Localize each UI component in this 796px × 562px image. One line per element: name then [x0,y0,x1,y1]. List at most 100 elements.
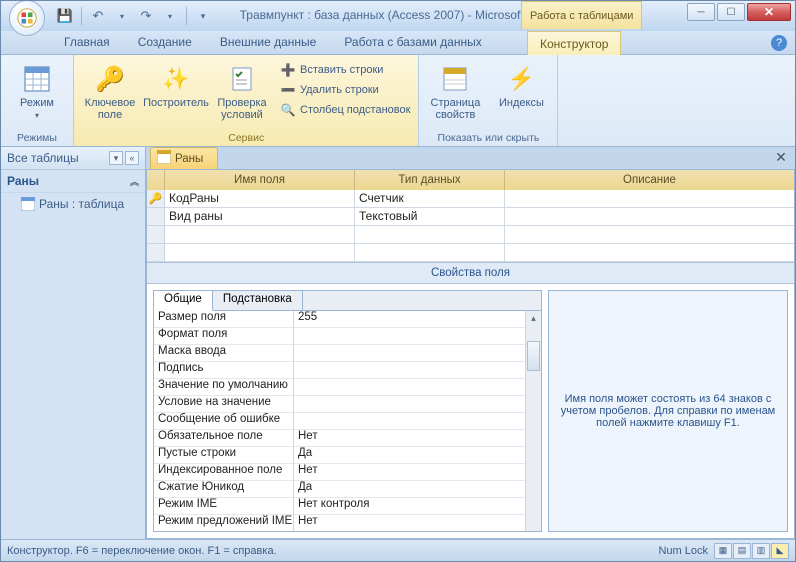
nav-dropdown-icon[interactable]: ▾ [109,151,123,165]
description-cell[interactable] [505,208,794,226]
ribbon-tabs: Главная Создание Внешние данные Работа с… [1,31,795,55]
col-field-name[interactable]: Имя поля [165,170,355,190]
property-row[interactable]: Условие на значение [154,396,525,413]
builder-button[interactable]: ✨ Построитель [146,61,206,111]
row-selector[interactable]: 🔑 [147,190,165,208]
nav-item-table[interactable]: Раны : таблица [1,193,145,215]
property-row[interactable]: Подпись [154,362,525,379]
property-value[interactable] [294,362,525,379]
qat-customize-icon[interactable]: ▾ [193,6,213,26]
property-value[interactable] [294,396,525,413]
property-sheet-button[interactable]: Страница свойств [425,61,485,123]
view-label: Режим [20,97,54,109]
property-value[interactable]: Нет [294,515,525,531]
context-tab-group: Работа с таблицами [521,1,642,29]
property-row[interactable]: Сжатие ЮникодДа [154,481,525,498]
property-value[interactable]: Нет [294,464,525,481]
field-row[interactable]: 🔑 КодРаны Счетчик [147,190,794,208]
property-value[interactable] [294,413,525,430]
datasheet-view-shortcut[interactable]: ▦ [714,543,732,559]
titlebar: 💾 ↶ ▾ ↷ ▾ ▾ Травмпункт : база данных (Ac… [1,1,795,31]
data-type-cell[interactable]: Текстовый [355,208,505,226]
property-row[interactable]: Размер поля255 [154,311,525,328]
delete-rows-button[interactable]: ➖Удалить строки [278,81,412,99]
property-value[interactable]: Нет контроля [294,498,525,515]
maximize-button[interactable]: ☐ [717,3,745,21]
undo-dropdown-icon[interactable]: ▾ [112,6,132,26]
view-button[interactable]: Режим ▾ [7,61,67,122]
row-selector[interactable] [147,244,165,262]
ribbon-group-service: 🔑 Ключевое поле ✨ Построитель Проверка у… [74,55,419,146]
field-row-empty[interactable] [147,226,794,244]
indexes-button[interactable]: ⚡ Индексы [491,61,551,111]
lookup-column-button[interactable]: 🔍Столбец подстановок [278,101,412,119]
status-text: Конструктор. F6 = переключение окон. F1 … [7,545,277,557]
tab-home[interactable]: Главная [51,30,123,54]
tab-design[interactable]: Конструктор [527,31,621,55]
scroll-up-icon[interactable]: ▴ [526,311,541,325]
row-selector[interactable] [147,208,165,226]
property-row[interactable]: Формат поля [154,328,525,345]
tab-database-tools[interactable]: Работа с базами данных [331,30,494,54]
field-name-cell[interactable]: КодРаны [165,190,355,208]
scroll-thumb[interactable] [527,341,540,371]
tab-lookup[interactable]: Подстановка [213,291,303,310]
property-value[interactable] [294,328,525,345]
redo-dropdown-icon[interactable]: ▾ [160,6,180,26]
property-value[interactable]: 255 [294,311,525,328]
field-row-empty[interactable] [147,244,794,262]
col-data-type[interactable]: Тип данных [355,170,505,190]
nav-header[interactable]: Все таблицы ▾ « [1,147,145,170]
property-row[interactable]: Маска ввода [154,345,525,362]
property-row[interactable]: Пустые строкиДа [154,447,525,464]
tab-general[interactable]: Общие [154,291,213,311]
undo-icon[interactable]: ↶ [88,6,108,26]
pivot-table-shortcut[interactable]: ▤ [733,543,751,559]
field-name-cell[interactable]: Вид раны [165,208,355,226]
window-controls: ─ ☐ ✕ [687,3,791,21]
nav-collapse-icon[interactable]: « [125,151,139,165]
property-row[interactable]: Обязательное полеНет [154,430,525,447]
close-tab-icon[interactable]: ✕ [773,149,789,165]
collapse-group-icon: ︽ [130,175,139,188]
property-value[interactable]: Да [294,481,525,498]
property-value[interactable]: Нет [294,430,525,447]
property-row[interactable]: Значение по умолчанию [154,379,525,396]
nav-group-header[interactable]: Раны ︽ [1,170,145,193]
property-row[interactable]: Индексированное полеНет [154,464,525,481]
design-view-shortcut[interactable]: ◣ [771,543,789,559]
data-type-cell[interactable]: Счетчик [355,190,505,208]
property-value[interactable]: Да [294,447,525,464]
tab-external-data[interactable]: Внешние данные [207,30,330,54]
properties-panel: Общие Подстановка Размер поля255Формат п… [153,290,542,532]
property-name: Обязательное поле [154,430,294,447]
row-actions: ➕Вставить строки ➖Удалить строки 🔍Столбе… [278,61,412,119]
field-row[interactable]: Вид раны Текстовый [147,208,794,226]
insert-rows-button[interactable]: ➕Вставить строки [278,61,412,79]
insert-row-icon: ➕ [280,62,296,78]
office-button[interactable] [9,0,45,36]
scrollbar[interactable]: ▴ [525,311,541,531]
qat-separator [186,7,187,25]
field-grid: Имя поля Тип данных Описание 🔑 КодРаны С… [147,170,794,263]
tab-create[interactable]: Создание [125,30,205,54]
close-button[interactable]: ✕ [747,3,791,21]
property-row[interactable]: Режим IMEНет контроля [154,498,525,515]
help-icon[interactable]: ? [771,35,787,51]
redo-icon[interactable]: ↷ [136,6,156,26]
document-tab[interactable]: Раны [150,147,218,169]
property-value[interactable] [294,379,525,396]
property-name: Маска ввода [154,345,294,362]
row-selector[interactable] [147,226,165,244]
description-cell[interactable] [505,190,794,208]
test-rules-button[interactable]: Проверка условий [212,61,272,123]
minimize-button[interactable]: ─ [687,3,715,21]
col-description[interactable]: Описание [505,170,794,190]
property-row[interactable]: Сообщение об ошибке [154,413,525,430]
pivot-chart-shortcut[interactable]: ▥ [752,543,770,559]
property-name: Сжатие Юникод [154,481,294,498]
primary-key-button[interactable]: 🔑 Ключевое поле [80,61,140,123]
property-value[interactable] [294,345,525,362]
save-icon[interactable]: 💾 [55,6,75,26]
property-row[interactable]: Режим предложений IMEНет [154,515,525,531]
